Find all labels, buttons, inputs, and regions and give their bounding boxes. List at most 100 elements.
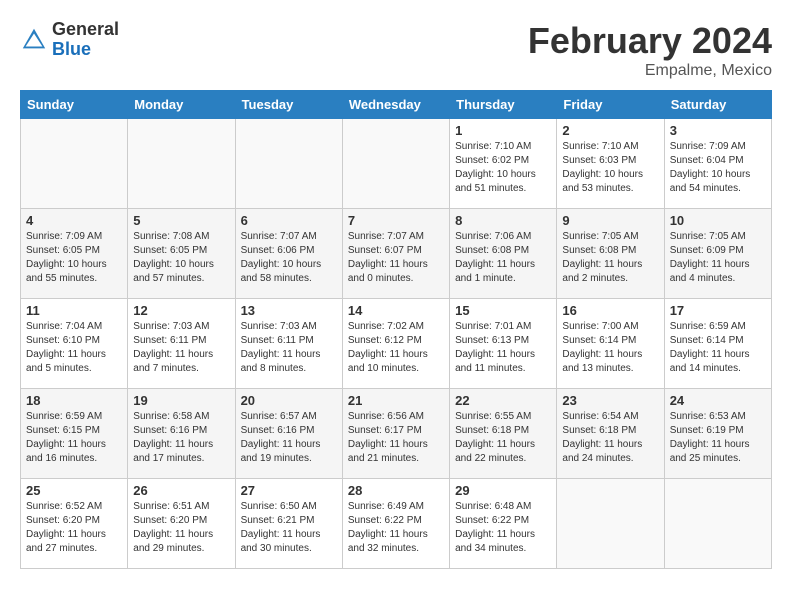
table-row: 9 Sunrise: 7:05 AMSunset: 6:08 PMDaylight… [557, 209, 664, 299]
calendar-table: Sunday Monday Tuesday Wednesday Thursday… [20, 90, 772, 569]
table-row: 27Sunrise: 6:50 AMSunset: 6:21 PMDayligh… [235, 479, 342, 569]
day-number: 15 [455, 303, 551, 318]
table-row [664, 479, 771, 569]
table-row: 13 Sunrise: 7:03 AMSunset: 6:11 PMDayligh… [235, 299, 342, 389]
day-number: 10 [670, 213, 766, 228]
day-info: Sunrise: 7:08 AMSunset: 6:05 PMDaylight:… [133, 230, 229, 286]
day-number: 18 [26, 393, 122, 408]
table-row: 29Sunrise: 6:48 AMSunset: 6:22 PMDayligh… [450, 479, 557, 569]
calendar-week-1: 1 Sunrise: 7:10 AMSunset: 6:02 PMDaylight… [21, 119, 772, 209]
header-monday: Monday [128, 91, 235, 119]
calendar-header-row: Sunday Monday Tuesday Wednesday Thursday… [21, 91, 772, 119]
table-row: 5 Sunrise: 7:08 AMSunset: 6:05 PMDaylight… [128, 209, 235, 299]
day-number: 24 [670, 393, 766, 408]
day-number: 27 [241, 483, 337, 498]
logo-general: General [52, 20, 119, 40]
main-title: February 2024 [528, 20, 772, 62]
day-info: Sunrise: 6:56 AMSunset: 6:17 PMDaylight:… [348, 410, 444, 466]
subtitle: Empalme, Mexico [528, 62, 772, 80]
day-info: Sunrise: 7:07 AMSunset: 6:06 PMDaylight:… [241, 230, 337, 286]
day-info: Sunrise: 6:55 AMSunset: 6:18 PMDaylight:… [455, 410, 551, 466]
table-row: 17 Sunrise: 6:59 AMSunset: 6:14 PMDayligh… [664, 299, 771, 389]
table-row: 22 Sunrise: 6:55 AMSunset: 6:18 PMDayligh… [450, 389, 557, 479]
day-number: 1 [455, 123, 551, 138]
day-number: 14 [348, 303, 444, 318]
logo-icon [20, 26, 48, 54]
day-info: Sunrise: 6:59 AMSunset: 6:14 PMDaylight:… [670, 320, 766, 376]
day-number: 7 [348, 213, 444, 228]
calendar-week-2: 4Sunrise: 7:09 AMSunset: 6:05 PMDaylight… [21, 209, 772, 299]
calendar-week-4: 18Sunrise: 6:59 AMSunset: 6:15 PMDayligh… [21, 389, 772, 479]
table-row: 12 Sunrise: 7:03 AMSunset: 6:11 PMDayligh… [128, 299, 235, 389]
day-info: Sunrise: 7:02 AMSunset: 6:12 PMDaylight:… [348, 320, 444, 376]
day-info: Sunrise: 7:05 AMSunset: 6:08 PMDaylight:… [562, 230, 658, 286]
day-info: Sunrise: 7:01 AMSunset: 6:13 PMDaylight:… [455, 320, 551, 376]
day-info: Sunrise: 7:04 AMSunset: 6:10 PMDaylight:… [26, 320, 122, 376]
table-row: 4Sunrise: 7:09 AMSunset: 6:05 PMDaylight… [21, 209, 128, 299]
table-row: 24 Sunrise: 6:53 AMSunset: 6:19 PMDayligh… [664, 389, 771, 479]
day-info: Sunrise: 6:57 AMSunset: 6:16 PMDaylight:… [241, 410, 337, 466]
day-number: 6 [241, 213, 337, 228]
logo-text: General Blue [52, 20, 119, 60]
day-info: Sunrise: 7:03 AMSunset: 6:11 PMDaylight:… [241, 320, 337, 376]
day-number: 19 [133, 393, 229, 408]
day-number: 22 [455, 393, 551, 408]
page-header: General Blue February 2024 Empalme, Mexi… [20, 20, 772, 80]
day-number: 29 [455, 483, 551, 498]
table-row: 15 Sunrise: 7:01 AMSunset: 6:13 PMDayligh… [450, 299, 557, 389]
day-number: 9 [562, 213, 658, 228]
header-tuesday: Tuesday [235, 91, 342, 119]
table-row: 25Sunrise: 6:52 AMSunset: 6:20 PMDayligh… [21, 479, 128, 569]
day-number: 23 [562, 393, 658, 408]
day-number: 13 [241, 303, 337, 318]
table-row [21, 119, 128, 209]
day-number: 26 [133, 483, 229, 498]
day-number: 2 [562, 123, 658, 138]
logo-blue: Blue [52, 40, 119, 60]
day-number: 20 [241, 393, 337, 408]
day-info: Sunrise: 6:51 AMSunset: 6:20 PMDaylight:… [133, 500, 229, 556]
day-info: Sunrise: 7:10 AMSunset: 6:02 PMDaylight:… [455, 140, 551, 196]
day-number: 8 [455, 213, 551, 228]
day-number: 21 [348, 393, 444, 408]
table-row: 26 Sunrise: 6:51 AMSunset: 6:20 PMDayligh… [128, 479, 235, 569]
table-row: 20 Sunrise: 6:57 AMSunset: 6:16 PMDayligh… [235, 389, 342, 479]
day-number: 17 [670, 303, 766, 318]
day-info: Sunrise: 7:00 AMSunset: 6:14 PMDaylight:… [562, 320, 658, 376]
table-row: 8 Sunrise: 7:06 AMSunset: 6:08 PMDaylight… [450, 209, 557, 299]
table-row [128, 119, 235, 209]
day-number: 25 [26, 483, 122, 498]
table-row: 28 Sunrise: 6:49 AMSunset: 6:22 PMDayligh… [342, 479, 449, 569]
day-info: Sunrise: 7:05 AMSunset: 6:09 PMDaylight:… [670, 230, 766, 286]
table-row: 3 Sunrise: 7:09 AMSunset: 6:04 PMDaylight… [664, 119, 771, 209]
header-sunday: Sunday [21, 91, 128, 119]
table-row: 18Sunrise: 6:59 AMSunset: 6:15 PMDayligh… [21, 389, 128, 479]
calendar-week-3: 11 Sunrise: 7:04 AMSunset: 6:10 PMDayligh… [21, 299, 772, 389]
day-number: 3 [670, 123, 766, 138]
day-info: Sunrise: 7:09 AMSunset: 6:05 PMDaylight:… [26, 230, 122, 286]
day-info: Sunrise: 6:53 AMSunset: 6:19 PMDaylight:… [670, 410, 766, 466]
logo: General Blue [20, 20, 119, 60]
table-row: 23 Sunrise: 6:54 AMSunset: 6:18 PMDayligh… [557, 389, 664, 479]
day-info: Sunrise: 7:06 AMSunset: 6:08 PMDaylight:… [455, 230, 551, 286]
day-number: 28 [348, 483, 444, 498]
day-info: Sunrise: 7:03 AMSunset: 6:11 PMDaylight:… [133, 320, 229, 376]
table-row: 11 Sunrise: 7:04 AMSunset: 6:10 PMDayligh… [21, 299, 128, 389]
table-row: 1 Sunrise: 7:10 AMSunset: 6:02 PMDaylight… [450, 119, 557, 209]
day-info: Sunrise: 6:58 AMSunset: 6:16 PMDaylight:… [133, 410, 229, 466]
table-row: 10 Sunrise: 7:05 AMSunset: 6:09 PMDayligh… [664, 209, 771, 299]
day-number: 16 [562, 303, 658, 318]
day-info: Sunrise: 6:49 AMSunset: 6:22 PMDaylight:… [348, 500, 444, 556]
table-row [557, 479, 664, 569]
calendar-week-5: 25Sunrise: 6:52 AMSunset: 6:20 PMDayligh… [21, 479, 772, 569]
day-number: 5 [133, 213, 229, 228]
table-row: 21 Sunrise: 6:56 AMSunset: 6:17 PMDayligh… [342, 389, 449, 479]
day-info: Sunrise: 6:54 AMSunset: 6:18 PMDaylight:… [562, 410, 658, 466]
table-row: 2Sunrise: 7:10 AMSunset: 6:03 PMDaylight… [557, 119, 664, 209]
day-info: Sunrise: 7:09 AMSunset: 6:04 PMDaylight:… [670, 140, 766, 196]
header-saturday: Saturday [664, 91, 771, 119]
day-number: 11 [26, 303, 122, 318]
day-number: 12 [133, 303, 229, 318]
header-friday: Friday [557, 91, 664, 119]
title-block: February 2024 Empalme, Mexico [528, 20, 772, 80]
